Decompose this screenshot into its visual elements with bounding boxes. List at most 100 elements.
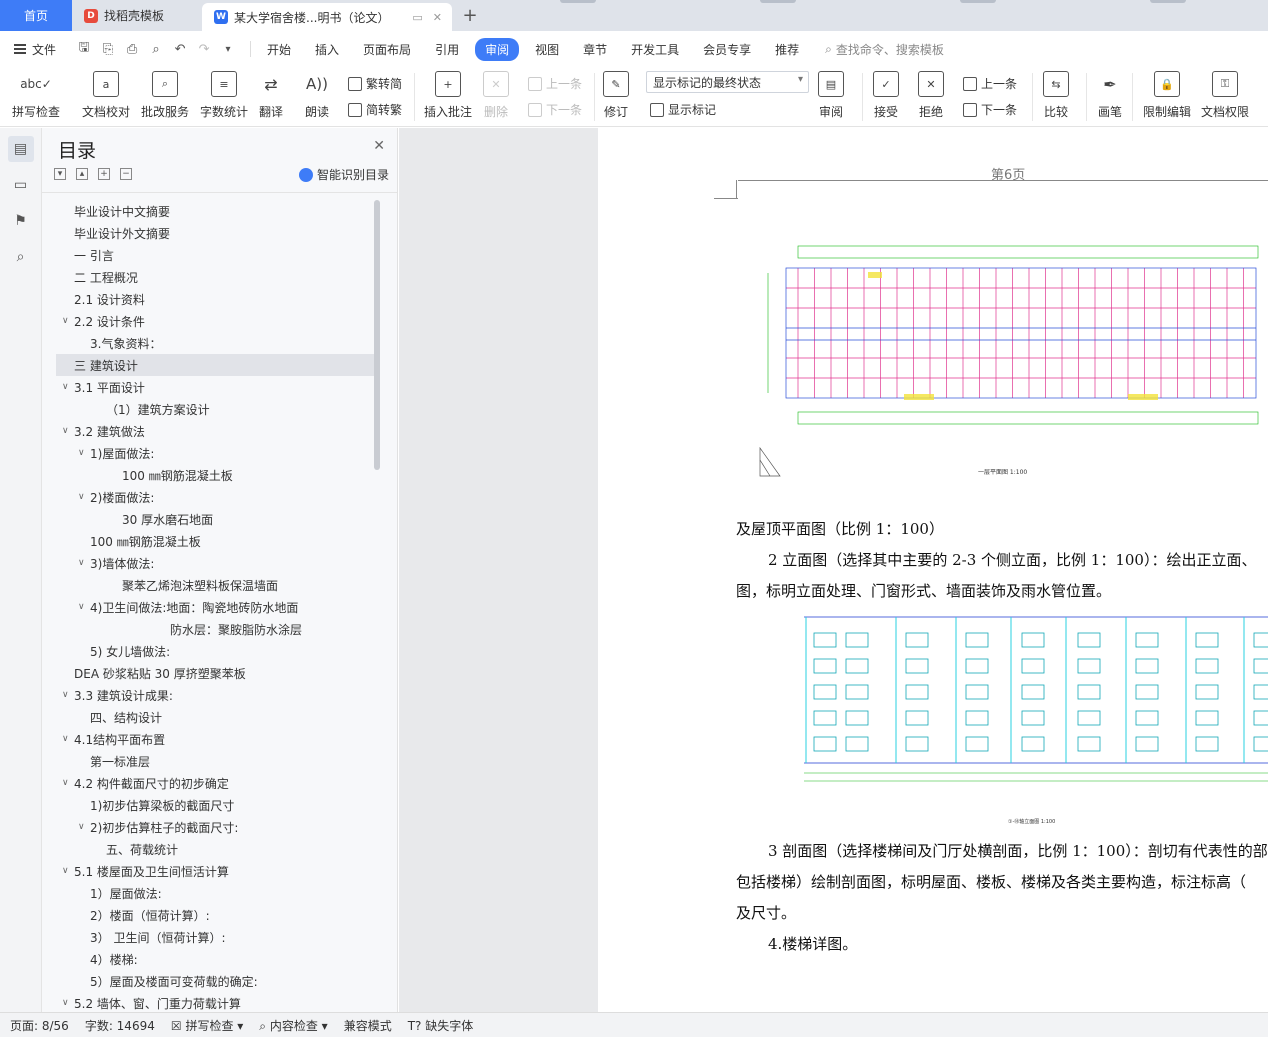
- prev-change-button[interactable]: 上一条: [963, 75, 1017, 92]
- command-search[interactable]: ⌕ 查找命令、搜索模板: [825, 41, 944, 58]
- toc-item[interactable]: ∨ 2)初步估算柱子的截面尺寸:: [56, 816, 376, 838]
- pen-button[interactable]: ✒ 画笔: [1097, 71, 1123, 120]
- toc-item[interactable]: 5）屋面及楼面可变荷载的确定:: [56, 970, 376, 992]
- word-counter[interactable]: 字数: 14694: [85, 1017, 155, 1034]
- tab-template[interactable]: D 找稻壳模板: [72, 0, 202, 31]
- toc-item[interactable]: 1）屋面做法:: [56, 882, 376, 904]
- collapse-all-icon[interactable]: ▾: [54, 168, 66, 180]
- toc-item[interactable]: 4）楼梯:: [56, 948, 376, 970]
- simp-to-trad-button[interactable]: 简转繁: [348, 101, 402, 118]
- toc-item[interactable]: ∨ 4.1结构平面布置: [56, 728, 376, 750]
- menu-item-layout[interactable]: 页面布局: [351, 41, 423, 58]
- export-pdf-icon[interactable]: ⎘: [100, 41, 116, 57]
- toc-item[interactable]: 毕业设计中文摘要: [56, 200, 376, 222]
- toc-item[interactable]: 5) 女儿墙做法:: [56, 640, 376, 662]
- chevron-down-icon[interactable]: ∨: [62, 998, 74, 1008]
- file-menu[interactable]: 文件: [14, 41, 66, 58]
- spell-status[interactable]: ☒ 拼写检查 ▾: [171, 1017, 243, 1034]
- chevron-down-icon[interactable]: ∨: [62, 382, 74, 392]
- accept-button[interactable]: ✓ 接受: [873, 71, 899, 120]
- toc-item[interactable]: 四、结构设计: [56, 706, 376, 728]
- toc-item[interactable]: ∨ 4.2 构件截面尺寸的初步确定: [56, 772, 376, 794]
- close-tab-icon[interactable]: ✕: [433, 11, 442, 24]
- find-icon[interactable]: ⌕: [8, 244, 34, 270]
- chevron-down-icon[interactable]: ∨: [78, 558, 90, 568]
- restrict-edit-button[interactable]: 🔒 限制编辑: [1143, 71, 1191, 120]
- delete-comment-button[interactable]: ✕ 删除: [483, 71, 509, 120]
- toc-item[interactable]: ∨ 3.2 建筑做法: [56, 420, 376, 442]
- toc-item[interactable]: 二 工程概况: [56, 266, 376, 288]
- toc-item[interactable]: 2）楼面（恒荷计算）:: [56, 904, 376, 926]
- print-preview-icon[interactable]: ⌕: [148, 41, 164, 57]
- menu-item-insert[interactable]: 插入: [303, 41, 351, 58]
- chevron-down-icon[interactable]: ∨: [62, 778, 74, 788]
- menu-item-developer[interactable]: 开发工具: [619, 41, 691, 58]
- toc-item[interactable]: ∨ 2.2 设计条件: [56, 310, 376, 332]
- menu-item-start[interactable]: 开始: [255, 41, 303, 58]
- toc-item[interactable]: 聚苯乙烯泡沫塑料板保温墙面: [56, 574, 376, 596]
- toc-item[interactable]: ∨ 4)卫生间做法:地面：陶瓷地砖防水地面: [56, 596, 376, 618]
- print-icon[interactable]: ⎙: [124, 41, 140, 57]
- toc-item[interactable]: ∨ 5.1 楼屋面及卫生间恒活计算: [56, 860, 376, 882]
- insert-comment-button[interactable]: + 插入批注: [424, 71, 472, 120]
- page-indicator[interactable]: 页面: 8/56: [10, 1017, 69, 1034]
- chevron-down-icon[interactable]: ∨: [62, 866, 74, 876]
- toc-item[interactable]: 三 建筑设计: [56, 354, 376, 376]
- prev-comment-button[interactable]: 上一条: [528, 75, 582, 92]
- document-page[interactable]: 第6页 一层平面图 1:100 及屋顶平面图（比例 1：100） 2 立面图（选…: [598, 128, 1268, 1012]
- doc-check-button[interactable]: a 文档校对: [82, 71, 130, 120]
- float-window-icon[interactable]: ▭: [412, 11, 422, 24]
- toc-item[interactable]: 100 ㎜钢筋混凝土板: [56, 464, 376, 486]
- read-aloud-button[interactable]: A)) 朗读: [304, 71, 330, 120]
- chevron-down-icon[interactable]: ∨: [78, 602, 90, 612]
- floor-plan-drawing[interactable]: 一层平面图 1:100: [758, 218, 1268, 488]
- chevron-down-icon[interactable]: ∨: [62, 734, 74, 744]
- undo-icon[interactable]: ↶: [172, 41, 188, 57]
- expand-icon[interactable]: +: [98, 168, 110, 180]
- collapse-icon[interactable]: −: [120, 168, 132, 180]
- tab-document[interactable]: W 某大学宿舍楼...明书（论文） ▭ ✕: [202, 3, 452, 31]
- translate-button[interactable]: ⇄ 翻译: [258, 71, 284, 120]
- toc-item[interactable]: DEA 砂浆粘贴 30 厚挤塑聚苯板: [56, 662, 376, 684]
- markup-state-select[interactable]: 显示标记的最终状态: [646, 71, 809, 93]
- chevron-down-icon[interactable]: ∨: [78, 448, 90, 458]
- menu-item-review[interactable]: 审阅: [475, 37, 520, 61]
- review-pane-button[interactable]: ▤ 审阅: [818, 71, 844, 120]
- chapter-nav-icon[interactable]: ▭: [8, 172, 34, 198]
- more-icon[interactable]: ▾: [220, 41, 236, 57]
- elevation-drawing[interactable]: ①-⑱轴立面图 1:100: [766, 613, 1268, 828]
- toc-item[interactable]: ∨ 2)楼面做法:: [56, 486, 376, 508]
- tab-home[interactable]: 首页: [0, 0, 72, 31]
- toc-scrollbar[interactable]: [374, 200, 380, 470]
- chevron-down-icon[interactable]: ∨: [62, 316, 74, 326]
- compare-button[interactable]: ⇆ 比较: [1043, 71, 1069, 120]
- bookmark-icon[interactable]: ⚑: [8, 208, 34, 234]
- toc-item[interactable]: ∨ 5.2 墙体、窗、门重力荷载计算: [56, 992, 376, 1014]
- toc-item[interactable]: 一 引言: [56, 244, 376, 266]
- menu-item-member[interactable]: 会员专享: [691, 41, 763, 58]
- revise-button[interactable]: ✎ 修订: [603, 71, 629, 120]
- next-comment-button[interactable]: 下一条: [528, 101, 582, 118]
- toc-item[interactable]: （1）建筑方案设计: [56, 398, 376, 420]
- batch-service-button[interactable]: ⌕ 批改服务: [141, 71, 189, 120]
- redo-icon[interactable]: ↷: [196, 41, 212, 57]
- toc-item[interactable]: ∨ 3)墙体做法:: [56, 552, 376, 574]
- toc-item[interactable]: 100 ㎜钢筋混凝土板: [56, 530, 376, 552]
- toc-view-icon[interactable]: ▤: [7, 136, 34, 162]
- content-check-status[interactable]: ⌕ 内容检查 ▾: [259, 1017, 327, 1034]
- new-tab-button[interactable]: +: [452, 0, 488, 31]
- toc-item[interactable]: 2.1 设计资料: [56, 288, 376, 310]
- toc-item[interactable]: ∨ 3.1 平面设计: [56, 376, 376, 398]
- word-count-button[interactable]: ≡ 字数统计: [200, 71, 248, 120]
- menu-item-section[interactable]: 章节: [571, 41, 619, 58]
- toc-item[interactable]: 30 厚水磨石地面: [56, 508, 376, 530]
- toc-item[interactable]: 3） 卫生间（恒荷计算）:: [56, 926, 376, 948]
- chevron-down-icon[interactable]: ∨: [78, 822, 90, 832]
- doc-permission-button[interactable]: ⚿ 文档权限: [1201, 71, 1249, 120]
- chevron-down-icon[interactable]: ∨: [78, 492, 90, 502]
- toc-item[interactable]: 五、荷载统计: [56, 838, 376, 860]
- trad-to-simp-button[interactable]: 繁转简: [348, 75, 402, 92]
- menu-item-reference[interactable]: 引用: [423, 41, 471, 58]
- next-change-button[interactable]: 下一条: [963, 101, 1017, 118]
- toc-item[interactable]: 1)初步估算梁板的截面尺寸: [56, 794, 376, 816]
